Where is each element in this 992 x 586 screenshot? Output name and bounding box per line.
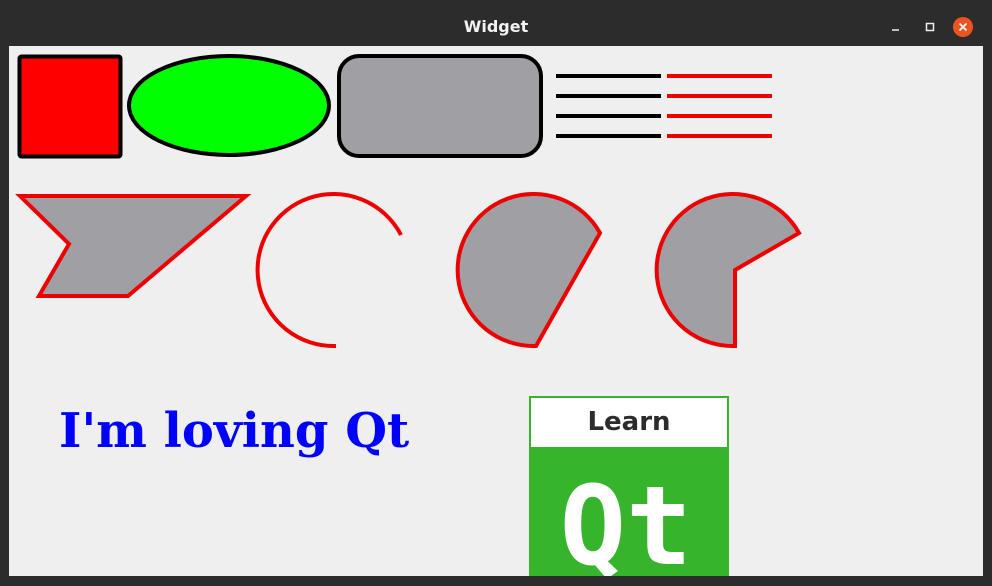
gray-pie <box>654 192 802 349</box>
app-window: Widget I'm loving Qt Learn Qt <box>0 0 992 586</box>
red-rectangle <box>17 54 123 159</box>
loving-qt-text: I'm loving Qt <box>59 403 409 459</box>
learn-qt-logo: Learn Qt <box>529 396 729 576</box>
gray-rounded-rectangle <box>337 54 543 158</box>
maximize-button[interactable] <box>920 17 940 37</box>
red-lines <box>667 74 772 138</box>
close-icon <box>958 22 968 32</box>
minimize-icon <box>892 29 899 31</box>
green-ellipse <box>127 54 331 157</box>
gray-chord <box>455 192 603 349</box>
black-lines <box>556 74 661 138</box>
maximize-icon <box>925 22 935 32</box>
close-button[interactable] <box>953 17 973 37</box>
logo-learn-text: Learn <box>587 407 670 437</box>
title-bar[interactable]: Widget <box>0 0 992 46</box>
red-arc <box>255 192 403 349</box>
minimize-button[interactable] <box>886 17 906 37</box>
drawing-surface: I'm loving Qt Learn Qt <box>15 54 802 576</box>
logo-qt-text: Qt <box>560 462 692 576</box>
drawing-canvas: I'm loving Qt Learn Qt <box>9 46 983 576</box>
gray-polygon <box>15 194 252 298</box>
